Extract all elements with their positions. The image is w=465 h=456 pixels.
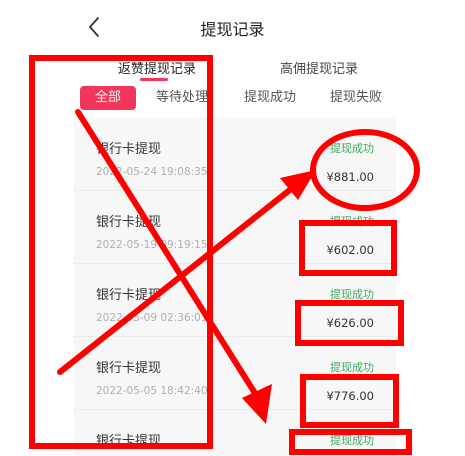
record-time: 2022-05-24 19:08:35 (96, 166, 208, 178)
status-badge: 提现成功 (330, 142, 374, 155)
record-name: 银行卡提现 (96, 361, 162, 376)
record-name: 银行卡提现 (96, 288, 162, 303)
record-amount: ¥626.00 (326, 316, 374, 330)
status-badge: 提现成功 (330, 361, 374, 374)
record-amount: ¥776.00 (326, 389, 374, 403)
list-item[interactable]: 银行卡提现 2022-05-09 02:36:01 提现成功 ¥626.00 (74, 264, 396, 337)
filter-failed[interactable]: 提现失败 (326, 86, 386, 110)
status-badge: 提现成功 (330, 434, 374, 447)
record-amount: ¥881.00 (326, 170, 374, 184)
tab-commission-withdrawals[interactable]: 高佣提现记录 (280, 58, 358, 77)
record-time: 2022-05-09 02:36:01 (96, 312, 208, 324)
page-title: 提现记录 (200, 20, 265, 39)
list-item[interactable]: 银行卡提现 2022-05-19 09:19:15 提现成功 ¥602.00 (74, 191, 396, 264)
record-time: 2022-05-05 18:42:40 (96, 385, 208, 397)
active-tab-indicator (140, 78, 168, 81)
filter-all[interactable]: 全部 (80, 86, 136, 110)
list-item[interactable]: 银行卡提现 提现成功 (74, 410, 396, 456)
record-name: 银行卡提现 (96, 142, 162, 157)
record-time: 2022-05-19 09:19:15 (96, 239, 208, 251)
record-amount: ¥602.00 (326, 243, 374, 257)
status-badge: 提现成功 (330, 288, 374, 301)
status-filters: 全部 等待处理 提现成功 提现失败 (0, 84, 465, 114)
header: 提现记录 (0, 0, 465, 56)
list-item[interactable]: 银行卡提现 2022-05-24 19:08:35 提现成功 ¥881.00 (74, 118, 396, 191)
record-tabs: 返赞提现记录 高佣提现记录 (0, 52, 465, 82)
tab-rebate-withdrawals[interactable]: 返赞提现记录 (118, 58, 196, 77)
filter-pending[interactable]: 等待处理 (152, 86, 212, 110)
record-name: 银行卡提现 (96, 215, 162, 230)
list-item[interactable]: 银行卡提现 2022-05-05 18:42:40 提现成功 ¥776.00 (74, 337, 396, 410)
record-name: 银行卡提现 (96, 434, 162, 449)
filter-success[interactable]: 提现成功 (240, 86, 300, 110)
status-badge: 提现成功 (330, 215, 374, 228)
